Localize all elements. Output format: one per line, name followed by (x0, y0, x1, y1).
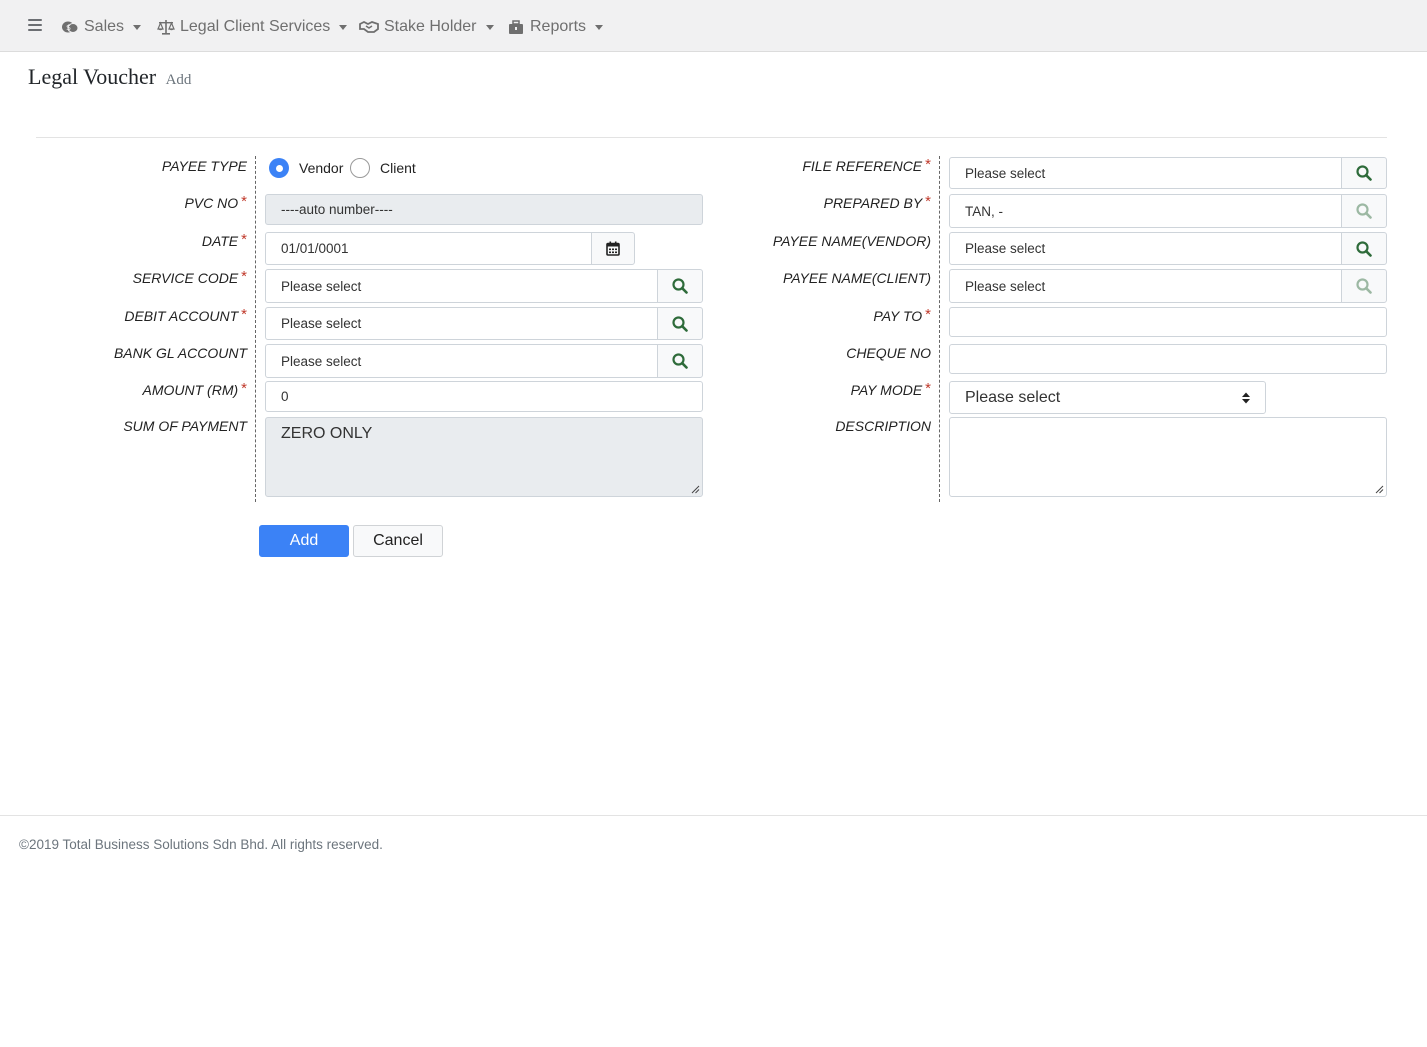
payee-name-vendor-search-button[interactable] (1341, 232, 1387, 265)
payee-type-client-radio[interactable] (350, 158, 370, 178)
chevron-down-icon (595, 24, 604, 30)
prepared-by-field[interactable]: TAN, - (949, 194, 1343, 228)
chevron-down-icon (339, 24, 348, 30)
payee-name-client-label: PAYEE NAME(CLIENT) (782, 270, 931, 286)
search-icon (1356, 203, 1372, 219)
required-marker: * (241, 231, 247, 248)
payee-name-client-search-button[interactable] (1341, 269, 1387, 303)
page-title: Legal Voucher Add (28, 64, 191, 90)
cheque-no-label: CHEQUE NO (846, 345, 931, 361)
coins-icon: $ (61, 19, 79, 35)
top-navbar: $ Sales Legal Client Services Stake Hold… (0, 0, 1427, 52)
required-marker: * (925, 380, 931, 397)
prepared-by-search-button[interactable] (1341, 194, 1387, 228)
header-divider (36, 137, 1387, 138)
required-marker: * (241, 380, 247, 397)
nav-stake-holder-label: Stake Holder (384, 18, 477, 35)
cancel-button[interactable]: Cancel (353, 525, 443, 557)
sum-of-payment-label: SUM OF PAYMENT (123, 418, 247, 434)
service-code-label: SERVICE CODE * (132, 268, 247, 286)
payee-name-client-field[interactable]: Please select (949, 269, 1343, 303)
calendar-icon (606, 241, 620, 256)
search-icon (1356, 165, 1372, 181)
file-reference-search-button[interactable] (1341, 157, 1387, 189)
pvc-no-label: PVC NO * (184, 193, 247, 211)
search-icon (672, 278, 688, 294)
service-code-search-button[interactable] (657, 269, 703, 303)
right-column-divider (939, 156, 940, 502)
file-reference-label: FILE REFERENCE * (802, 156, 931, 174)
handshake-icon (359, 19, 379, 35)
menu-toggle-icon[interactable] (28, 19, 42, 33)
pay-mode-select[interactable]: Please select (949, 381, 1266, 414)
sort-arrows-icon (1242, 392, 1250, 404)
debit-account-field[interactable]: Please select (265, 307, 659, 340)
briefcase-icon (507, 19, 525, 35)
prepared-by-label: PREPARED BY * (823, 193, 931, 211)
required-marker: * (241, 193, 247, 210)
date-label: DATE * (201, 231, 247, 249)
nav-reports-label: Reports (530, 18, 587, 35)
sum-of-payment-field: ZERO ONLY (265, 417, 703, 497)
resize-grip-icon (691, 485, 700, 494)
required-marker: * (241, 306, 247, 323)
footer-divider (0, 815, 1427, 816)
nav-legal-client-services-label: Legal Client Services (180, 18, 331, 35)
pay-to-label: PAY TO * (873, 306, 931, 324)
search-icon (672, 315, 688, 332)
pvc-no-field: ----auto number---- (265, 194, 703, 225)
file-reference-field[interactable]: Please select (949, 157, 1343, 189)
payee-type-vendor-radio[interactable] (269, 158, 289, 178)
cheque-no-field[interactable] (949, 344, 1387, 374)
pay-to-field[interactable] (949, 307, 1387, 337)
date-field[interactable]: 01/01/0001 (265, 232, 592, 265)
resize-grip-icon (1375, 485, 1384, 494)
nav-stake-holder[interactable]: Stake Holder (359, 17, 494, 37)
add-button[interactable]: Add (259, 525, 349, 557)
svg-text:$: $ (66, 23, 71, 32)
description-label: DESCRIPTION (835, 418, 931, 434)
required-marker: * (925, 156, 931, 173)
amount-label: AMOUNT (RM) * (142, 380, 248, 398)
nav-sales-label: Sales (84, 18, 125, 35)
required-marker: * (241, 268, 247, 285)
left-column-divider (255, 156, 256, 502)
debit-account-search-button[interactable] (657, 307, 703, 340)
page-title-text: Legal Voucher (28, 64, 157, 89)
nav-sales[interactable]: $ Sales (61, 17, 142, 37)
payee-type-client-label[interactable]: Client (380, 160, 416, 176)
pay-mode-label: PAY MODE * (850, 380, 931, 398)
footer-copyright: ©2019 Total Business Solutions Sdn Bhd. … (19, 837, 383, 852)
search-icon (672, 353, 688, 369)
balance-scale-icon (157, 19, 175, 35)
required-marker: * (925, 306, 931, 323)
calendar-button[interactable] (591, 232, 635, 265)
service-code-field[interactable]: Please select (265, 269, 659, 303)
required-marker: * (925, 193, 931, 210)
nav-legal-client-services[interactable]: Legal Client Services (157, 17, 348, 37)
description-field[interactable] (949, 417, 1387, 497)
bank-gl-account-search-button[interactable] (657, 344, 703, 378)
chevron-down-icon (133, 24, 142, 30)
payee-type-vendor-label[interactable]: Vendor (299, 160, 343, 176)
nav-reports[interactable]: Reports (507, 17, 604, 37)
search-icon (1356, 278, 1372, 294)
search-icon (1356, 240, 1372, 257)
bank-gl-account-field[interactable]: Please select (265, 344, 659, 378)
bank-gl-account-label: BANK GL ACCOUNT (113, 345, 247, 361)
payee-type-label: PAYEE TYPE (161, 158, 247, 174)
page-subtitle: Add (165, 72, 192, 88)
chevron-down-icon (485, 24, 494, 30)
payee-name-vendor-field[interactable]: Please select (949, 232, 1343, 265)
amount-field[interactable]: 0 (265, 381, 703, 412)
payee-name-vendor-label: PAYEE NAME(VENDOR) (772, 233, 931, 249)
debit-account-label: DEBIT ACCOUNT * (124, 306, 247, 324)
